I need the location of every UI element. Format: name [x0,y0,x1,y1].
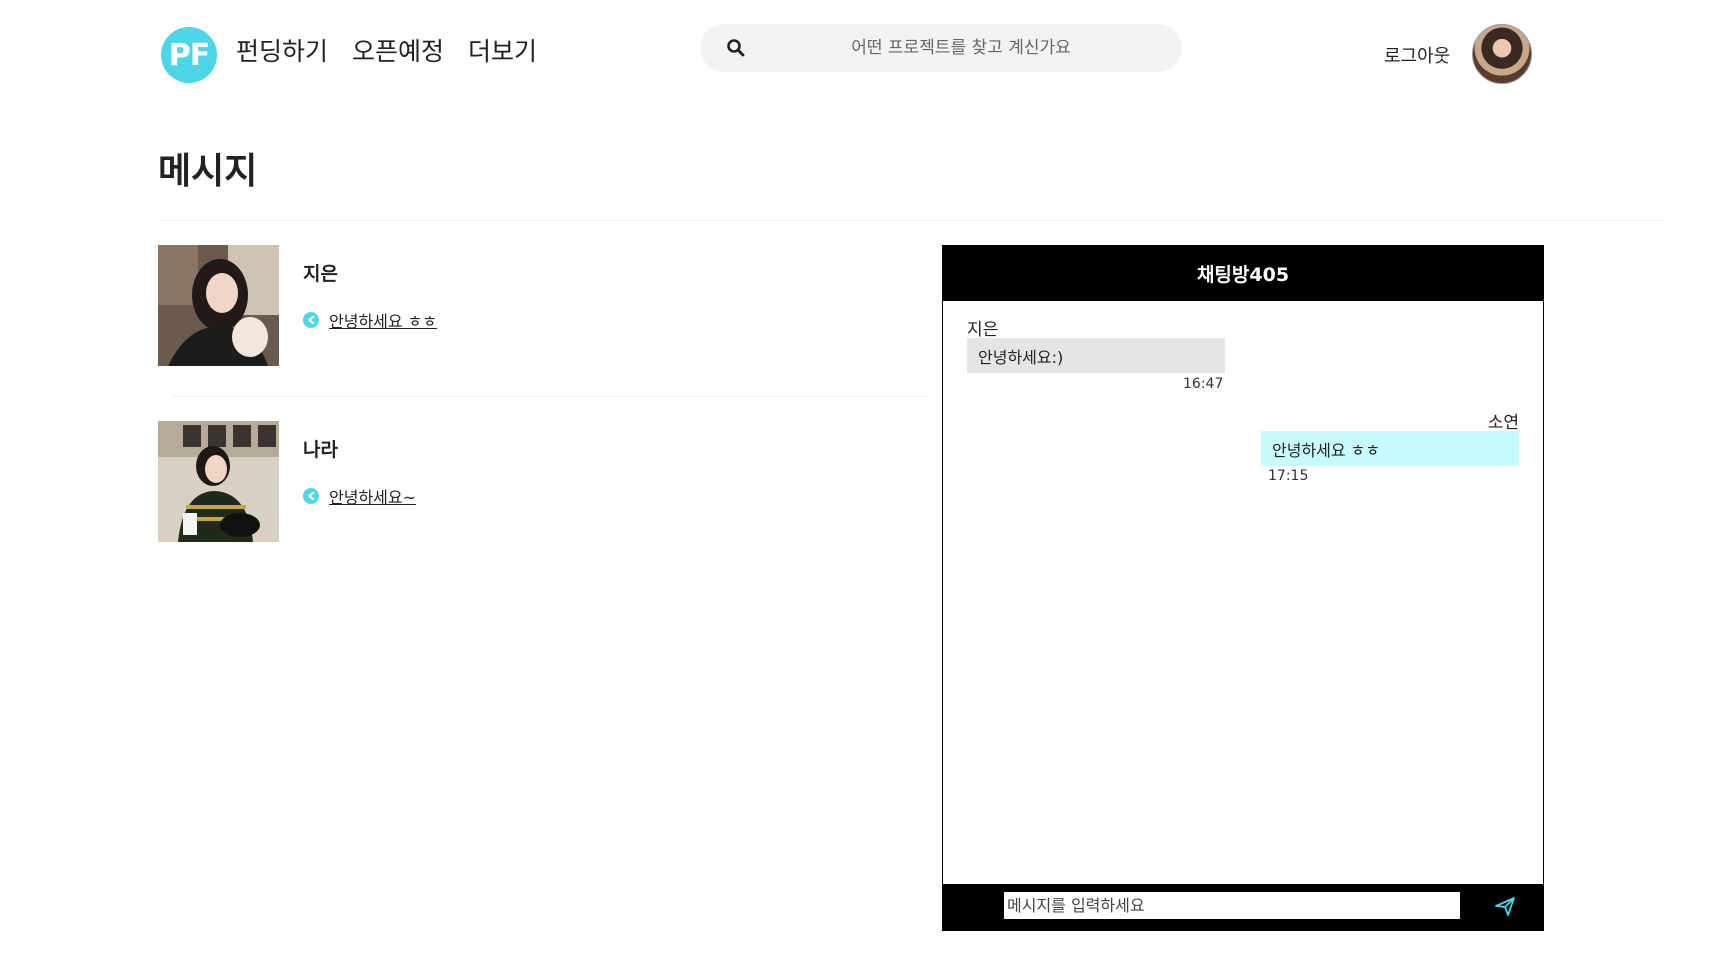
page-title: 메시지 [158,151,258,192]
message-sender: 지은 [967,320,999,340]
conversation-preview: 안녕하세요 ㅎㅎ [303,308,437,332]
message-sender: 소연 [1487,413,1519,433]
message-time: 17:15 [1268,468,1309,484]
nav-upcoming[interactable]: 오픈예정 [352,32,444,68]
top-header: PF 펀딩하기 오픈예정 더보기 로그아웃 [0,0,1736,100]
search-icon[interactable] [726,38,746,58]
title-divider [158,220,1666,221]
send-icon[interactable] [1494,895,1516,917]
reply-arrow-icon [303,312,319,328]
conversation-last-message[interactable]: 안녕하세요 ㅎㅎ [329,308,437,332]
conversation-divider [172,396,928,397]
conversation-photo [158,245,279,366]
nav-funding[interactable]: 펀딩하기 [236,32,328,68]
search-input[interactable] [760,24,1162,72]
logo[interactable]: PF [161,27,217,83]
message-time: 16:47 [1183,376,1224,392]
conversation-last-message[interactable]: 안녕하세요~ [329,484,416,508]
conversation-photo [158,421,279,542]
message-input[interactable] [1004,892,1460,919]
conversation-item[interactable]: 나라 안녕하세요~ [158,421,928,543]
logout-link[interactable]: 로그아웃 [1384,42,1450,68]
search-bar[interactable] [700,24,1182,72]
user-avatar[interactable] [1472,24,1532,84]
message-bubble-outgoing: 안녕하세요 ㅎㅎ [1261,431,1519,466]
chat-window: 채팅방405 지은 안녕하세요:) 16:47 소연 안녕하세요 ㅎㅎ 17:1… [942,245,1544,931]
main-nav: 펀딩하기 오픈예정 더보기 [236,32,537,68]
conversation-preview: 안녕하세요~ [303,484,416,508]
chat-input-bar [943,884,1543,930]
reply-arrow-icon [303,488,319,504]
conversation-name: 지은 [303,263,338,285]
chat-room-title: 채팅방405 [943,246,1543,301]
conversation-name: 나라 [303,439,338,461]
nav-more[interactable]: 더보기 [468,32,537,68]
message-bubble-incoming: 안녕하세요:) [967,338,1225,373]
conversation-item[interactable]: 지은 안녕하세요 ㅎㅎ [158,245,928,367]
